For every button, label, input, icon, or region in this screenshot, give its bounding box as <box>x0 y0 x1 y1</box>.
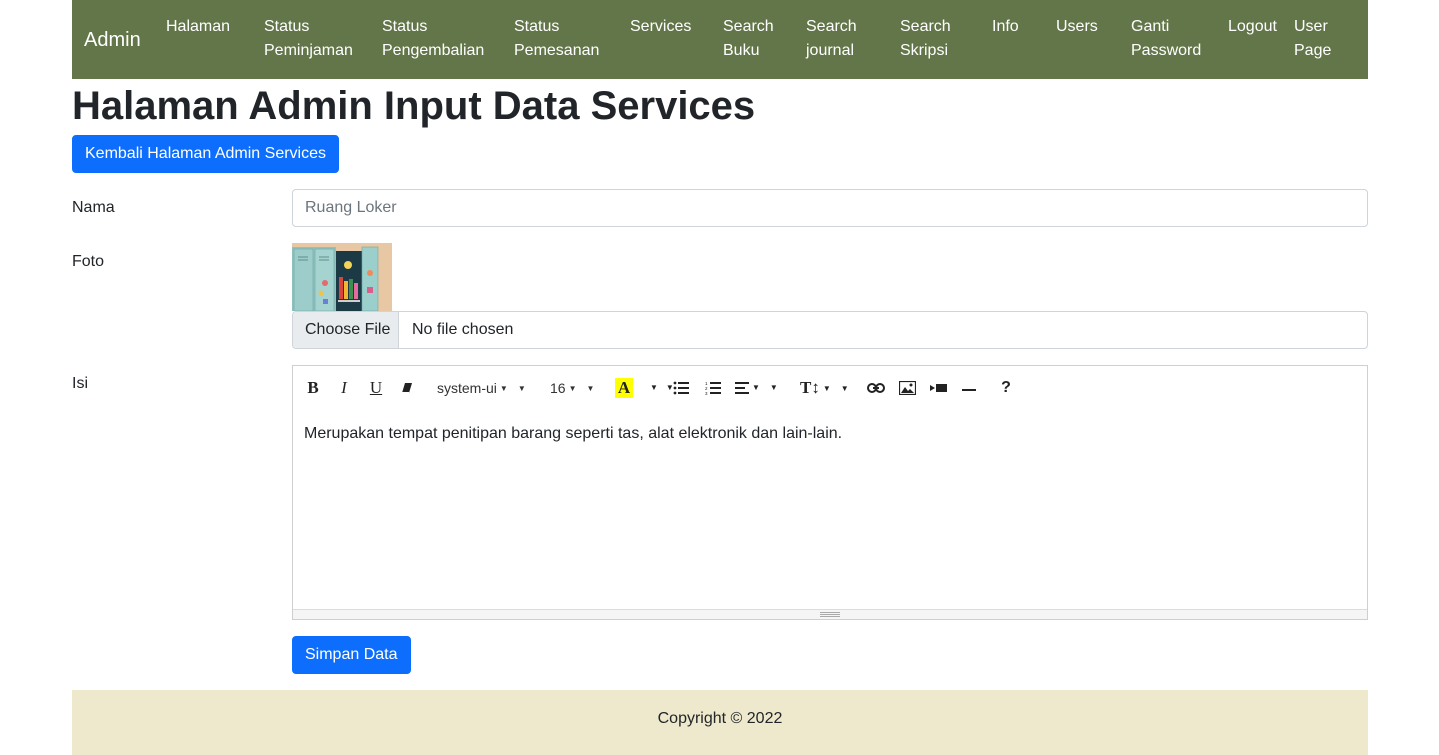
eraser-icon[interactable] <box>399 376 415 400</box>
video-icon[interactable] <box>929 376 947 400</box>
nav-item-users[interactable]: Users <box>1056 15 1106 39</box>
foto-file-input[interactable]: Choose File No file chosen <box>292 311 1368 349</box>
foto-label: Foto <box>72 253 105 270</box>
color-dropdown[interactable]: ▼ ▼ <box>647 376 674 400</box>
help-icon[interactable]: ? <box>999 376 1013 400</box>
nav-item-info[interactable]: Info <box>992 15 1032 39</box>
nav-item-services[interactable]: Services <box>630 15 700 39</box>
grip-icon <box>820 612 840 617</box>
navbar-brand[interactable]: Admin <box>84 27 141 53</box>
footer: Copyright © 2022 <box>72 690 1368 755</box>
unordered-list-icon[interactable] <box>672 376 690 400</box>
chevron-down-icon: ▼ <box>822 384 831 394</box>
nav-item-status-pemesanan[interactable]: Status Pemesanan <box>514 15 604 63</box>
chevron-down-icon: ▼ <box>752 383 760 392</box>
image-icon[interactable] <box>898 376 916 400</box>
text-style-dropdown[interactable]: T↕ ▼ ▼ <box>800 376 849 400</box>
isi-label: Isi <box>72 375 88 392</box>
page-title: Halaman Admin Input Data Services <box>72 84 756 128</box>
italic-button[interactable]: I <box>337 376 351 400</box>
link-icon[interactable] <box>867 376 885 400</box>
chevron-down-icon: ▼ <box>499 384 508 394</box>
editor-content[interactable]: Merupakan tempat penitipan barang sepert… <box>304 422 842 446</box>
svg-text:3: 3 <box>705 391 708 395</box>
photo-thumbnail <box>292 243 392 311</box>
underline-button[interactable]: U <box>368 376 384 400</box>
chevron-down-icon: ▼ <box>568 384 577 394</box>
editor-resize-handle[interactable] <box>293 609 1367 619</box>
save-data-button[interactable]: Simpan Data <box>292 636 411 674</box>
font-family-value: system-ui <box>437 380 497 396</box>
nama-input[interactable] <box>292 189 1368 227</box>
chevron-down-icon: ▼ <box>840 384 849 394</box>
text-style-icon: T↕ <box>800 378 820 397</box>
nav-item-ganti-password[interactable]: Ganti Password <box>1131 15 1206 63</box>
chevron-down-icon: ▼ <box>769 383 778 392</box>
nav-item-status-pengembalian[interactable]: Status Pengembalian <box>382 15 492 63</box>
file-status-text: No file chosen <box>412 321 514 338</box>
font-family-select[interactable]: system-ui ▼ ▼ <box>437 376 526 400</box>
horizontal-rule-icon[interactable] <box>961 376 977 400</box>
nav-item-halaman[interactable]: Halaman <box>166 15 236 39</box>
nav-item-search-journal[interactable]: Search journal <box>806 15 871 63</box>
footer-copyright: Copyright © 2022 <box>657 710 783 727</box>
nav-item-status-peminjaman[interactable]: Status Peminjaman <box>264 15 359 63</box>
back-to-services-button[interactable]: Kembali Halaman Admin Services <box>72 135 339 173</box>
bold-button[interactable]: B <box>305 376 321 400</box>
nav-item-user-page[interactable]: User Page <box>1294 15 1340 63</box>
text-color-button[interactable]: A <box>615 378 633 398</box>
font-size-value: 16 <box>550 380 566 396</box>
nav-item-logout[interactable]: Logout <box>1228 15 1288 39</box>
choose-file-button[interactable]: Choose File <box>293 312 399 348</box>
chevron-down-icon: ▼ <box>586 384 595 394</box>
ordered-list-icon[interactable]: 123 <box>704 376 722 400</box>
align-dropdown[interactable]: ▼ ▼ <box>735 376 778 400</box>
nav-item-search-buku[interactable]: Search Buku <box>723 15 783 63</box>
chevron-down-icon: ▼ <box>517 384 526 394</box>
nav-item-search-skripsi[interactable]: Search Skripsi <box>900 15 960 63</box>
align-left-icon <box>735 382 749 394</box>
nama-label: Nama <box>72 199 115 216</box>
font-size-select[interactable]: 16 ▼ ▼ <box>550 376 594 400</box>
editor-toolbar: B I U system-ui ▼ ▼ 16 ▼ ▼ A ▼ ▼ 123 ▼ ▼ T↕ ▼ ▼ <box>293 366 1367 410</box>
rich-text-editor: B I U system-ui ▼ ▼ 16 ▼ ▼ A ▼ ▼ 123 ▼ ▼ T↕ ▼ ▼ <box>292 365 1368 620</box>
chevron-down-icon: ▼ <box>650 383 658 392</box>
navbar: Admin Halaman Status Peminjaman Status P… <box>72 0 1368 79</box>
